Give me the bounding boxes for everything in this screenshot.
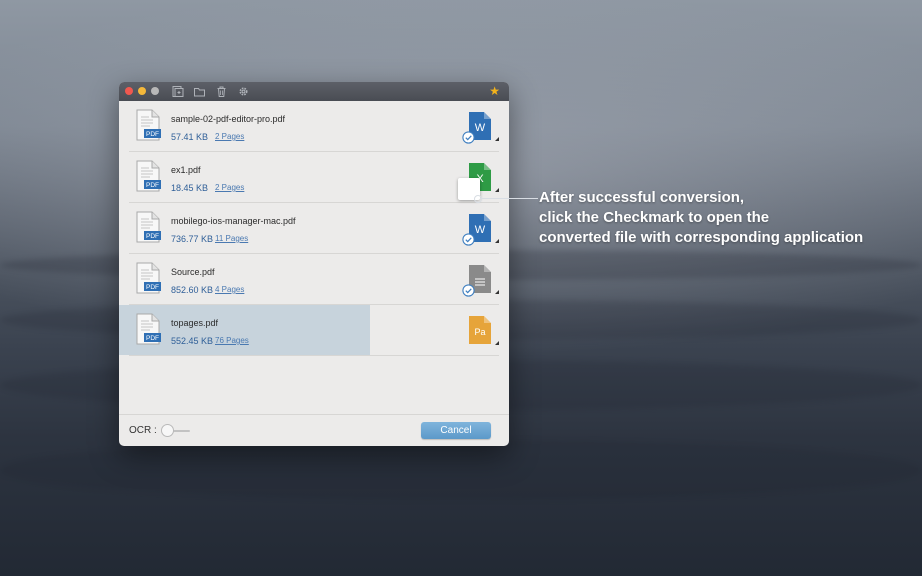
callout-pointer-dot bbox=[474, 195, 482, 203]
pdf-badge-label: PDF bbox=[146, 182, 159, 189]
file-name: topages.pdf bbox=[171, 318, 219, 328]
file-size: 552.45 KB bbox=[171, 336, 214, 346]
pdf-file-icon: PDF bbox=[135, 313, 161, 345]
page-count-link[interactable]: 2 Pages bbox=[215, 183, 244, 192]
open-converted-checkmark-icon[interactable] bbox=[462, 233, 475, 246]
file-row[interactable]: PDF Source.pdf 852.60 KB 4 Pages bbox=[119, 254, 509, 305]
callout-line-1: After successful conversion, bbox=[539, 189, 745, 206]
page-count-link[interactable]: 11 Pages bbox=[215, 234, 248, 243]
pages-file-icon[interactable]: Pa bbox=[468, 315, 492, 345]
file-row[interactable]: PDF ex1.pdf 18.45 KB 2 Pages X bbox=[119, 152, 509, 203]
open-converted-checkmark-icon[interactable] bbox=[462, 131, 475, 144]
ocr-label: OCR : bbox=[129, 425, 157, 436]
format-dropdown-arrow-icon[interactable] bbox=[495, 137, 499, 141]
add-file-icon[interactable] bbox=[171, 85, 184, 98]
format-dropdown-arrow-icon[interactable] bbox=[495, 341, 499, 345]
minimize-window-button[interactable] bbox=[138, 87, 146, 95]
row-divider bbox=[129, 355, 499, 356]
file-name: mobilego-ios-manager-mac.pdf bbox=[171, 216, 296, 226]
callout-line-3: converted file with corresponding applic… bbox=[539, 229, 864, 246]
open-converted-checkmark-icon[interactable] bbox=[462, 284, 475, 297]
file-size: 57.41 KB bbox=[171, 132, 209, 142]
pdf-badge-label: PDF bbox=[146, 335, 159, 342]
file-size: 736.77 KB bbox=[171, 234, 214, 244]
file-size: 18.45 KB bbox=[171, 183, 209, 193]
ocr-toggle[interactable] bbox=[161, 424, 174, 437]
callout-text: After successful conversion, click the C… bbox=[539, 188, 863, 248]
file-size: 852.60 KB bbox=[171, 285, 214, 295]
file-row[interactable]: PDF sample-02-pdf-editor-pro.pdf 57.41 KB 2… bbox=[119, 101, 509, 152]
background-wave bbox=[0, 440, 922, 500]
file-name: Source.pdf bbox=[171, 267, 215, 277]
page-count-link[interactable]: 4 Pages bbox=[215, 285, 244, 294]
callout-pointer-line bbox=[480, 198, 538, 199]
output-format-letter: W bbox=[475, 224, 486, 236]
page-count-link[interactable]: 2 Pages bbox=[215, 132, 244, 141]
pdf-file-icon: PDF bbox=[135, 160, 161, 192]
pdf-badge-label: PDF bbox=[146, 131, 159, 138]
zoom-window-button[interactable] bbox=[151, 87, 159, 95]
pdf-badge-label: PDF bbox=[146, 233, 159, 240]
file-list: PDF sample-02-pdf-editor-pro.pdf 57.41 KB 2… bbox=[119, 101, 509, 357]
callout-line-2: click the Checkmark to open the bbox=[539, 209, 770, 226]
file-row[interactable]: PDF mobilego-ios-manager-mac.pdf 736.77 KB… bbox=[119, 203, 509, 254]
gear-icon[interactable] bbox=[237, 85, 250, 98]
file-row[interactable]: PDF topages.pdf 552.45 KB 76 Pages Pa bbox=[119, 305, 509, 356]
file-name: ex1.pdf bbox=[171, 165, 201, 175]
output-format-letter: W bbox=[475, 122, 486, 134]
converter-window: ★ PDF sample-02-pdf-editor-pro.pdf 57.41 K… bbox=[119, 82, 509, 446]
pdf-file-icon: PDF bbox=[135, 262, 161, 294]
pdf-file-icon: PDF bbox=[135, 211, 161, 243]
title-bar: ★ bbox=[119, 82, 509, 101]
pdf-file-icon: PDF bbox=[135, 109, 161, 141]
format-dropdown-arrow-icon[interactable] bbox=[495, 188, 499, 192]
folder-icon[interactable] bbox=[193, 85, 206, 98]
star-icon[interactable]: ★ bbox=[489, 84, 500, 99]
file-name: sample-02-pdf-editor-pro.pdf bbox=[171, 114, 286, 124]
format-dropdown-arrow-icon[interactable] bbox=[495, 290, 499, 294]
format-dropdown-arrow-icon[interactable] bbox=[495, 239, 499, 243]
page-count-link[interactable]: 76 Pages bbox=[215, 336, 249, 345]
close-window-button[interactable] bbox=[125, 87, 133, 95]
trash-icon[interactable] bbox=[215, 85, 228, 98]
bottom-bar: OCR : Cancel bbox=[119, 414, 509, 446]
pdf-badge-label: PDF bbox=[146, 284, 159, 291]
cancel-button[interactable]: Cancel bbox=[421, 422, 491, 439]
output-format-letter: Pa bbox=[474, 327, 485, 337]
